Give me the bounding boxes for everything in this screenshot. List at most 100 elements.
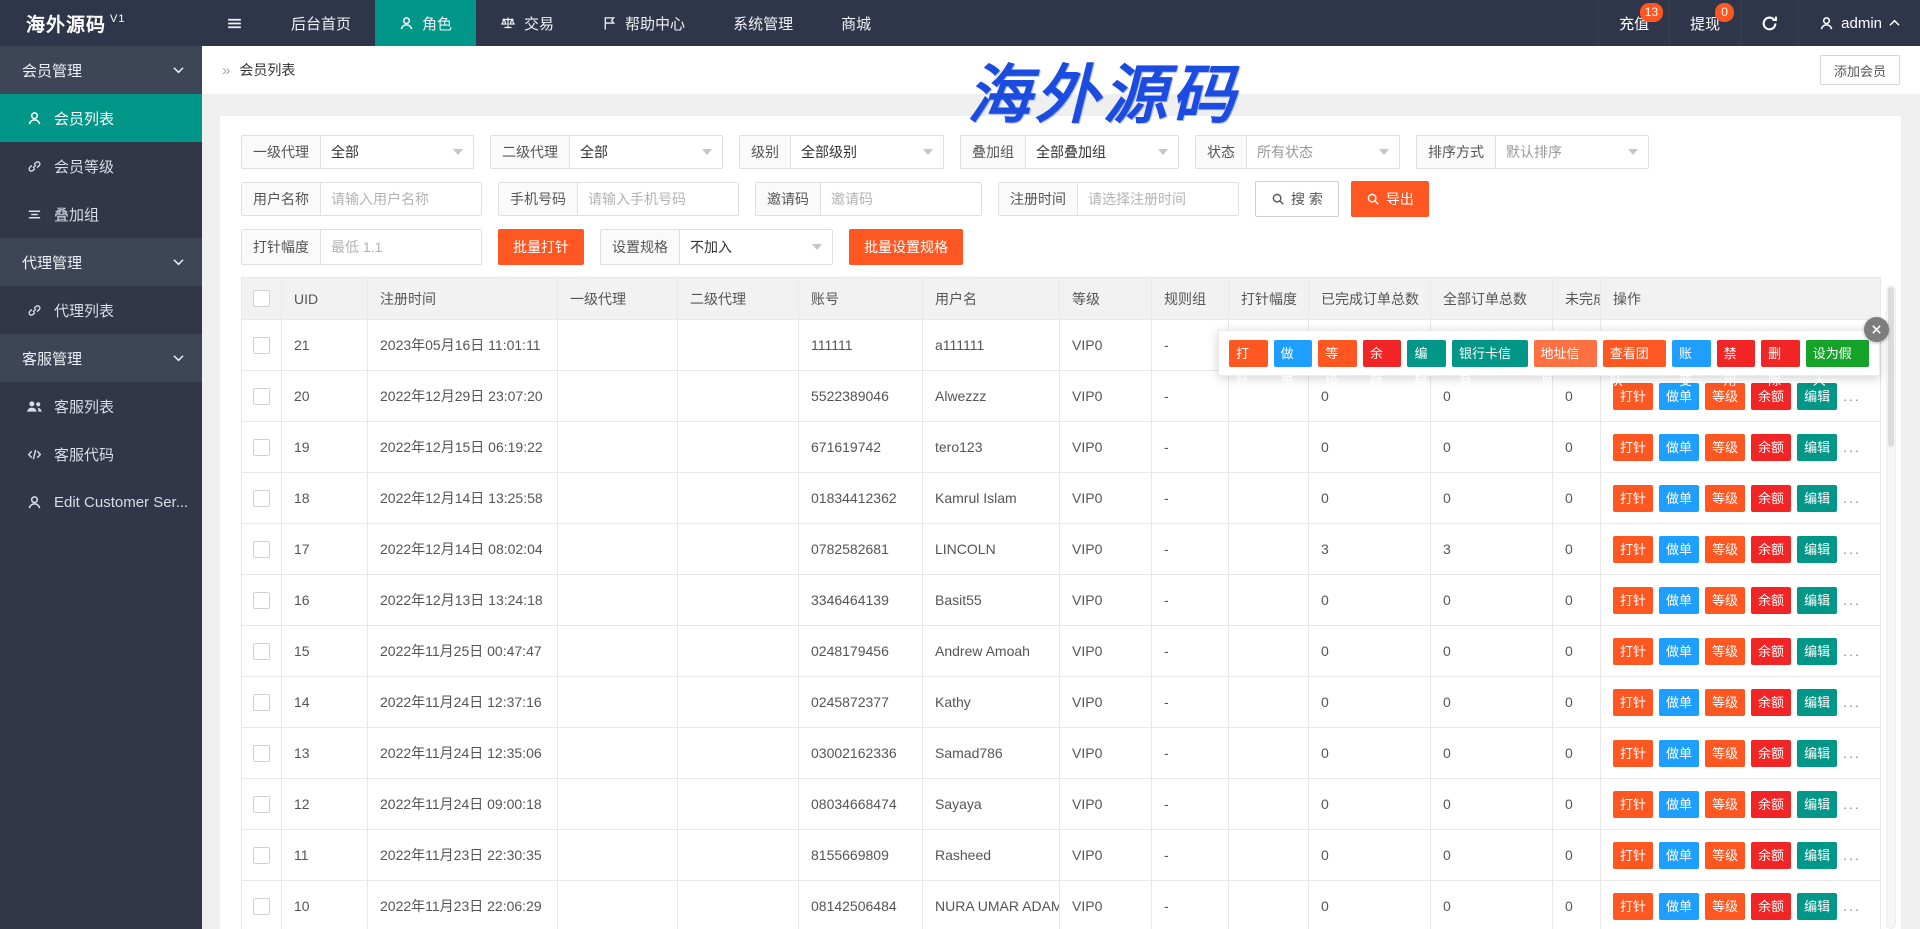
action-make-order-button[interactable]: 做单 <box>1659 740 1699 767</box>
action-edit-button[interactable]: 编辑 <box>1797 689 1837 716</box>
sidebar-item-3[interactable]: 叠加组 <box>0 190 202 238</box>
nav-item-1[interactable]: 角色 <box>375 0 476 46</box>
action-address-info-button[interactable]: 地址信息 <box>1534 340 1597 367</box>
nav-item-2[interactable]: 交易 <box>476 0 578 46</box>
row-checkbox[interactable] <box>253 541 270 558</box>
filter-select-agent1[interactable]: 全部 <box>321 136 473 168</box>
withdraw-button[interactable]: 提现 0 <box>1669 0 1740 46</box>
select-all-checkbox[interactable] <box>253 290 270 307</box>
action-balance-button[interactable]: 余额 <box>1751 791 1791 818</box>
more-actions-button[interactable]: ... <box>1843 694 1861 710</box>
action-inject-button[interactable]: 打针 <box>1613 791 1653 818</box>
more-actions-button[interactable]: ... <box>1843 541 1861 557</box>
action-disable-button[interactable]: 禁用 <box>1717 340 1756 367</box>
action-make-order-button[interactable]: 做单 <box>1659 791 1699 818</box>
recharge-button[interactable]: 充值 13 <box>1598 0 1669 46</box>
action-level-button[interactable]: 等级 <box>1705 638 1745 665</box>
row-checkbox[interactable] <box>253 592 270 609</box>
action-inject-button[interactable]: 打针 <box>1613 587 1653 614</box>
more-actions-button[interactable]: ... <box>1843 898 1861 914</box>
nav-item-5[interactable]: 商城 <box>817 0 895 46</box>
row-checkbox[interactable] <box>253 694 270 711</box>
more-actions-button[interactable]: ... <box>1843 643 1861 659</box>
action-level-button[interactable]: 等级 <box>1705 587 1745 614</box>
action-account-change-button[interactable]: 账变 <box>1672 340 1711 367</box>
action-inject-button[interactable]: 打针 <box>1613 434 1653 461</box>
action-make-order-button[interactable]: 做单 <box>1659 638 1699 665</box>
more-actions-button[interactable]: ... <box>1843 439 1861 455</box>
more-actions-button[interactable]: ... <box>1843 745 1861 761</box>
action-edit-button[interactable]: 编辑 <box>1797 791 1837 818</box>
action-level-button[interactable]: 等级 <box>1705 434 1745 461</box>
row-checkbox[interactable] <box>253 337 270 354</box>
action-level-button[interactable]: 等级 <box>1318 340 1357 367</box>
row-checkbox[interactable] <box>253 796 270 813</box>
action-level-button[interactable]: 等级 <box>1705 689 1745 716</box>
inject-range-input[interactable] <box>321 230 481 264</box>
more-actions-button[interactable]: ... <box>1843 796 1861 812</box>
filter-select-overlay-group[interactable]: 全部叠加组 <box>1026 136 1178 168</box>
filter-input-reg-time[interactable] <box>1078 183 1238 215</box>
action-inject-button[interactable]: 打针 <box>1229 340 1268 367</box>
action-inject-button[interactable]: 打针 <box>1613 740 1653 767</box>
sidebar-group-4[interactable]: 代理管理 <box>0 238 202 286</box>
action-edit-button[interactable]: 编辑 <box>1407 340 1446 367</box>
sidebar-item-2[interactable]: 会员等级 <box>0 142 202 190</box>
action-balance-button[interactable]: 余额 <box>1751 485 1791 512</box>
row-checkbox[interactable] <box>253 439 270 456</box>
action-make-order-button[interactable]: 做单 <box>1659 689 1699 716</box>
row-checkbox[interactable] <box>253 745 270 762</box>
more-actions-button[interactable]: ... <box>1843 490 1861 506</box>
action-make-order-button[interactable]: 做单 <box>1659 893 1699 920</box>
filter-select-sort[interactable]: 默认排序 <box>1496 136 1648 168</box>
action-balance-button[interactable]: 余额 <box>1751 536 1791 563</box>
row-checkbox[interactable] <box>253 490 270 507</box>
action-edit-button[interactable]: 编辑 <box>1797 587 1837 614</box>
action-inject-button[interactable]: 打针 <box>1613 638 1653 665</box>
spec-select[interactable]: 不加入 <box>680 230 832 264</box>
action-level-button[interactable]: 等级 <box>1705 485 1745 512</box>
action-level-button[interactable]: 等级 <box>1705 893 1745 920</box>
action-level-button[interactable]: 等级 <box>1705 842 1745 869</box>
sidebar-item-8[interactable]: 客服代码 <box>0 430 202 478</box>
action-level-button[interactable]: 等级 <box>1705 791 1745 818</box>
action-inject-button[interactable]: 打针 <box>1613 893 1653 920</box>
action-balance-button[interactable]: 余额 <box>1363 340 1402 367</box>
more-actions-button[interactable]: ... <box>1843 592 1861 608</box>
row-checkbox[interactable] <box>253 847 270 864</box>
action-view-team-button[interactable]: 查看团队 <box>1603 340 1666 367</box>
filter-input-invite-code[interactable] <box>821 183 981 215</box>
search-button[interactable]: 搜 索 <box>1255 181 1339 217</box>
action-make-order-button[interactable]: 做单 <box>1659 485 1699 512</box>
action-make-order-button[interactable]: 做单 <box>1659 842 1699 869</box>
filter-input-username[interactable] <box>321 183 481 215</box>
sidebar-item-5[interactable]: 代理列表 <box>0 286 202 334</box>
action-edit-button[interactable]: 编辑 <box>1797 434 1837 461</box>
action-level-button[interactable]: 等级 <box>1705 740 1745 767</box>
export-button[interactable]: 导出 <box>1351 181 1429 217</box>
action-balance-button[interactable]: 余额 <box>1751 587 1791 614</box>
nav-item-0[interactable]: 后台首页 <box>267 0 375 46</box>
sidebar-item-1[interactable]: 会员列表 <box>0 94 202 142</box>
action-edit-button[interactable]: 编辑 <box>1797 485 1837 512</box>
action-make-order-button[interactable]: 做单 <box>1274 340 1313 367</box>
admin-menu[interactable]: admin <box>1798 0 1920 46</box>
sidebar-collapse-button[interactable] <box>202 0 267 46</box>
action-balance-button[interactable]: 余额 <box>1751 893 1791 920</box>
action-make-order-button[interactable]: 做单 <box>1659 536 1699 563</box>
batch-inject-button[interactable]: 批量打针 <box>498 229 584 265</box>
action-balance-button[interactable]: 余额 <box>1751 740 1791 767</box>
row-checkbox[interactable] <box>253 643 270 660</box>
nav-item-4[interactable]: 系统管理 <box>709 0 817 46</box>
row-checkbox[interactable] <box>253 898 270 915</box>
table-scrollbar[interactable] <box>1886 285 1896 929</box>
sidebar-item-9[interactable]: Edit Customer Ser... <box>0 478 202 526</box>
filter-select-level[interactable]: 全部级别 <box>791 136 943 168</box>
action-set-fake-button[interactable]: 设为假人 <box>1806 340 1869 367</box>
filter-input-phone[interactable] <box>578 183 738 215</box>
action-edit-button[interactable]: 编辑 <box>1797 893 1837 920</box>
action-edit-button[interactable]: 编辑 <box>1797 638 1837 665</box>
action-level-button[interactable]: 等级 <box>1705 536 1745 563</box>
action-balance-button[interactable]: 余额 <box>1751 434 1791 461</box>
sidebar-item-7[interactable]: 客服列表 <box>0 382 202 430</box>
